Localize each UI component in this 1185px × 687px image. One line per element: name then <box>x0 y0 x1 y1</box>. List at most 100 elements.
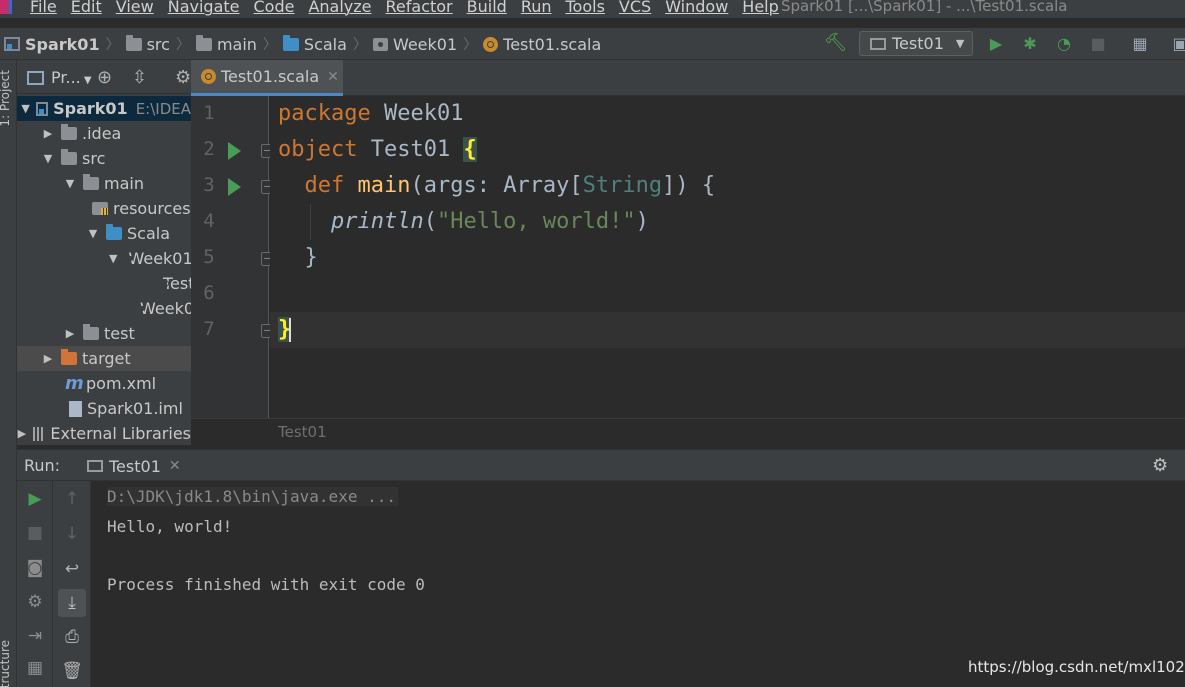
tree-expand-arrow[interactable]: ▶ <box>63 327 77 340</box>
arrow-up-icon[interactable]: ↑ <box>60 487 84 511</box>
tree-item-main[interactable]: ▼ main <box>17 171 191 196</box>
project-view-selector[interactable]: Pr... ▼ <box>51 68 92 87</box>
tree-expand-arrow[interactable]: ▶ <box>17 427 27 440</box>
tree-expand-arrow[interactable]: ▼ <box>86 227 100 240</box>
menu-edit[interactable]: Edit <box>71 0 102 16</box>
close-icon[interactable]: ✕ <box>169 458 181 474</box>
closing-brace: } <box>278 245 318 270</box>
crumb-main[interactable]: main <box>195 34 257 54</box>
tree-expand-arrow[interactable]: ▼ <box>63 177 77 190</box>
gear-icon[interactable]: ⚙ <box>1152 455 1168 476</box>
tree-item-test01[interactable]: Test01 <box>17 271 191 296</box>
crumb-project[interactable]: Spark01 <box>4 35 100 54</box>
tree-item-target[interactable]: ▶ target <box>17 346 191 371</box>
tree-expand-arrow[interactable]: ▼ <box>41 152 55 165</box>
crumb-file[interactable]: Test01.scala <box>483 35 601 54</box>
tree-item-week02[interactable]: Week02 <box>17 296 191 321</box>
rerun-icon[interactable]: ▶ <box>23 487 47 511</box>
params-end: ]) { <box>662 173 716 198</box>
scroll-to-end-icon[interactable]: ⤓ <box>58 589 86 617</box>
source-folder-icon <box>106 224 122 240</box>
tree-item-scala[interactable]: ▼ Scala <box>17 221 191 246</box>
editor-breadcrumb[interactable]: Test01 <box>278 423 327 441</box>
run-icon[interactable]: ▶ <box>986 34 1006 54</box>
run-tab-label: Test01 <box>109 456 161 476</box>
tree-item-test[interactable]: ▶ test <box>17 321 191 346</box>
print-icon[interactable]: ⎙ <box>60 625 84 649</box>
code-line-4: println("Hello, world!") <box>278 204 649 240</box>
crosshair-locate-icon[interactable]: ⊕ <box>97 67 112 88</box>
menu-build[interactable]: Build <box>467 0 507 16</box>
trash-icon[interactable]: 🗑︎ <box>60 659 84 683</box>
tree-expand-arrow[interactable]: ▼ <box>21 102 30 115</box>
run-panel-label: Run: <box>24 456 61 475</box>
coverage-icon[interactable]: ◔ <box>1054 34 1074 54</box>
run-config-selector[interactable]: Test01 ▼ <box>859 31 973 56</box>
menu-view[interactable]: View <box>116 0 154 16</box>
gear-icon[interactable]: ⚙ <box>23 590 47 614</box>
menu-navigate[interactable]: Navigate <box>168 0 240 16</box>
stop-icon[interactable]: ■ <box>1088 34 1108 54</box>
tree-item-week01[interactable]: ▼ Week01 <box>17 246 191 271</box>
menu-window[interactable]: Window <box>665 0 728 16</box>
menu-tools[interactable]: Tools <box>566 0 605 16</box>
crumb-week01[interactable]: Week01 <box>372 35 457 54</box>
layout-icon[interactable]: ▦ <box>23 656 47 680</box>
tree-item-idea[interactable]: ▶ .idea <box>17 121 191 146</box>
crumb-scala[interactable]: Scala <box>282 34 347 54</box>
crumb-src[interactable]: src <box>125 34 170 54</box>
structure-tool-tab[interactable]: Z: Structure <box>0 640 12 687</box>
tree-expand-arrow[interactable]: ▶ <box>41 352 55 365</box>
project-tool-tab[interactable]: 1: Project <box>0 70 12 127</box>
tree-item-src[interactable]: ▼ src <box>17 146 191 171</box>
tree-item-resources[interactable]: resources <box>17 196 191 221</box>
project-icon <box>4 37 20 51</box>
close-icon[interactable]: ✕ <box>327 69 339 85</box>
debug-bug-icon[interactable]: ✱ <box>1020 34 1040 54</box>
code-line-2: object Test01 { <box>278 132 477 168</box>
left-tool-strip: 1: Project Z: Structure <box>0 60 17 687</box>
arrow-down-icon[interactable]: ↓ <box>60 522 84 546</box>
soft-wrap-icon[interactable]: ↩ <box>60 557 84 581</box>
tree-item-spark01[interactable]: ▼ Spark01 E:\IDEA <box>17 96 191 121</box>
menu-file[interactable]: File <box>30 0 57 16</box>
maven-icon: m <box>65 373 84 394</box>
sdk-icon[interactable]: ▣ <box>1170 34 1185 54</box>
collapse-all-icon[interactable]: ⇳ <box>132 67 147 88</box>
menu-code[interactable]: Code <box>254 0 295 16</box>
login-icon[interactable]: ⇥ <box>23 624 47 648</box>
stop-icon[interactable]: ■ <box>23 521 47 545</box>
tree-item-pom[interactable]: m pom.xml <box>17 371 191 396</box>
build-hammer-icon[interactable]: 🔨︎ <box>824 32 847 53</box>
keyword: package <box>278 101 371 126</box>
menu-run[interactable]: Run <box>521 0 552 16</box>
tree-expand-arrow[interactable]: ▶ <box>41 127 55 140</box>
gear-icon[interactable]: ⚙ <box>175 67 191 88</box>
camera-icon[interactable]: ◙ <box>23 556 47 580</box>
identifier: Test01 <box>357 137 464 162</box>
editor-tab-test01[interactable]: Test01.scala ✕ <box>191 60 343 96</box>
run-tab-test01[interactable]: Test01 ✕ <box>81 450 187 482</box>
menu-vcs[interactable]: VCS <box>619 0 651 16</box>
identifier: Week01 <box>370 101 464 126</box>
text-cursor <box>289 318 292 342</box>
run-gutter-icon[interactable] <box>228 142 241 160</box>
run-console[interactable]: D:\JDK\jdk1.8\bin\java.exe ... Hello, wo… <box>91 481 1185 687</box>
chevron-right-icon: 〉 <box>463 37 478 53</box>
tree-item-iml[interactable]: Spark01.iml <box>17 396 191 421</box>
menu-refactor[interactable]: Refactor <box>386 0 453 16</box>
menu-analyze[interactable]: Analyze <box>308 0 371 16</box>
tree-item-external-libraries[interactable]: ▶ External Libraries <box>17 421 191 445</box>
tree-expand-arrow[interactable]: ▼ <box>109 252 117 265</box>
code-editor[interactable]: package Week01 object Test01 { def main(… <box>270 96 1185 418</box>
matched-brace: { <box>463 137 477 162</box>
project-structure-icon[interactable]: ▦ <box>1130 34 1150 54</box>
run-gutter-icon[interactable] <box>228 178 241 196</box>
menu-help[interactable]: Help <box>742 0 778 16</box>
tree-item-label: Spark01 <box>53 99 128 118</box>
run-config-label: Test01 <box>892 34 944 53</box>
tree-item-label: Scala <box>127 224 171 243</box>
project-icon <box>36 101 49 116</box>
code-line-5: } <box>278 240 318 276</box>
console-output-line: Hello, world! <box>107 517 233 536</box>
